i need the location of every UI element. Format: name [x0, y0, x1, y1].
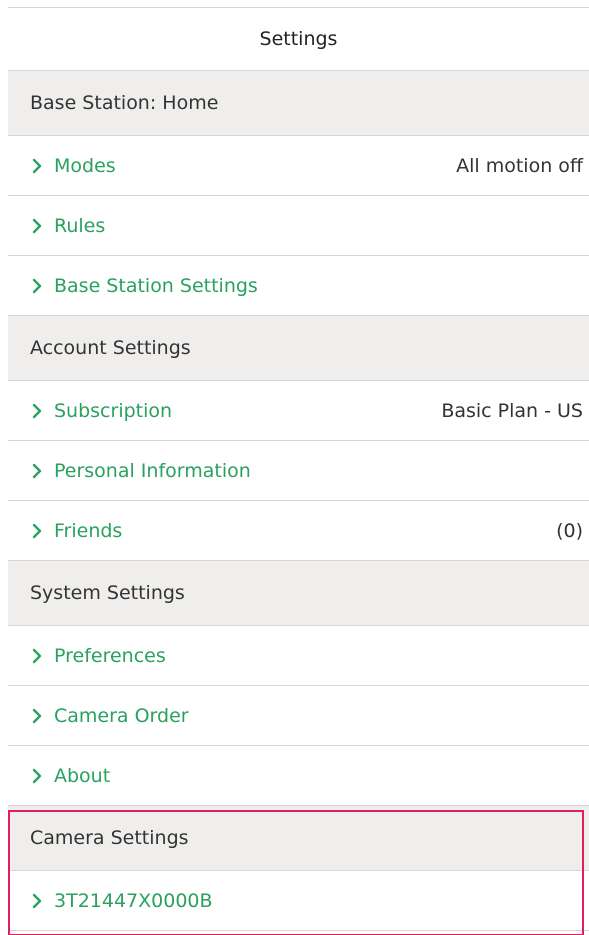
settings-item-label: Rules: [54, 214, 106, 237]
settings-item-value: Basic Plan - US: [441, 399, 583, 422]
section-header-system-settings: System Settings: [8, 561, 589, 626]
section-header-camera-settings: Camera Settings: [8, 806, 589, 871]
settings-item-label: Camera Order: [54, 704, 189, 727]
settings-item-preferences[interactable]: Preferences: [8, 626, 589, 686]
settings-item-label: Personal Information: [54, 459, 251, 482]
chevron-right-icon: [32, 648, 42, 663]
chevron-right-icon: [32, 403, 42, 418]
chevron-right-icon: [32, 708, 42, 723]
chevron-right-icon: [32, 158, 42, 173]
settings-item-camera-order[interactable]: Camera Order: [8, 686, 589, 746]
settings-item-friends[interactable]: Friends (0): [8, 501, 589, 561]
page-title: Settings: [8, 8, 589, 71]
settings-item-base-station-settings[interactable]: Base Station Settings: [8, 256, 589, 316]
settings-item-rules[interactable]: Rules: [8, 196, 589, 256]
settings-item-camera-3t21447x0000b[interactable]: 3T21447X0000B: [8, 871, 589, 931]
settings-item-personal-information[interactable]: Personal Information: [8, 441, 589, 501]
settings-list: Base Station: Home Modes All motion off …: [8, 71, 589, 931]
chevron-right-icon: [32, 278, 42, 293]
settings-item-label: Modes: [54, 154, 116, 177]
settings-item-value: (0): [556, 519, 583, 542]
section-header-account-settings: Account Settings: [8, 316, 589, 381]
settings-screen: Settings Base Station: Home Modes All mo…: [0, 0, 589, 935]
settings-item-label: Friends: [54, 519, 123, 542]
settings-item-label: About: [54, 764, 111, 787]
section-header-base-station: Base Station: Home: [8, 71, 589, 136]
settings-item-modes[interactable]: Modes All motion off: [8, 136, 589, 196]
chevron-right-icon: [32, 523, 42, 538]
settings-item-subscription[interactable]: Subscription Basic Plan - US: [8, 381, 589, 441]
chevron-right-icon: [32, 463, 42, 478]
chevron-right-icon: [32, 893, 42, 908]
settings-item-label: 3T21447X0000B: [54, 889, 213, 912]
settings-item-label: Preferences: [54, 644, 166, 667]
chevron-right-icon: [32, 218, 42, 233]
chevron-right-icon: [32, 768, 42, 783]
settings-item-value: All motion off: [456, 154, 583, 177]
settings-item-label: Base Station Settings: [54, 274, 258, 297]
settings-item-about[interactable]: About: [8, 746, 589, 806]
settings-item-label: Subscription: [54, 399, 173, 422]
